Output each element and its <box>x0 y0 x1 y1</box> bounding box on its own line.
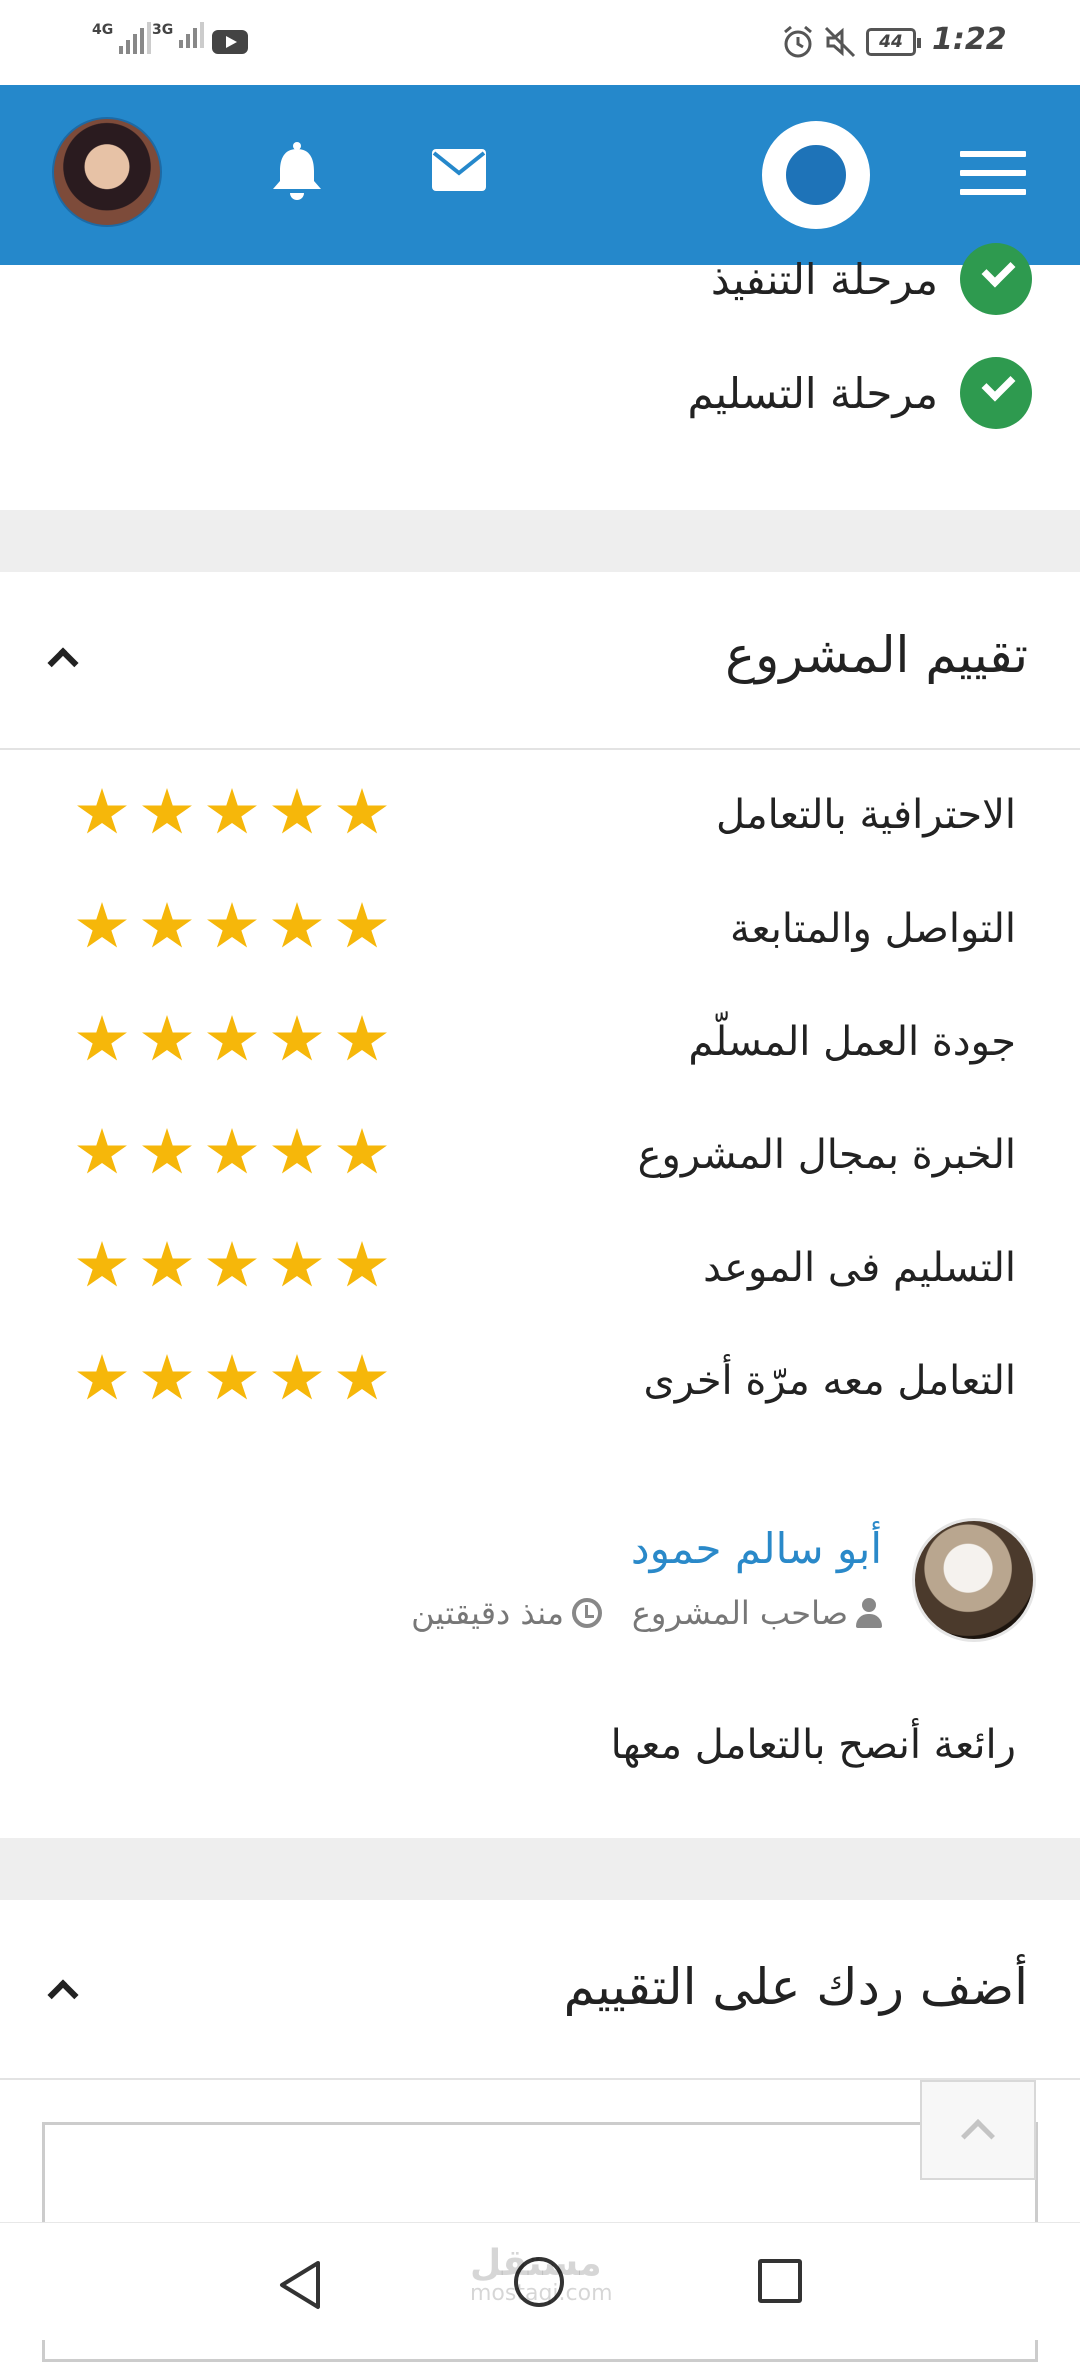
star-rating <box>76 1128 388 1178</box>
star-icon <box>337 1241 387 1287</box>
rating-row: التسليم فى الموعد <box>0 1233 1080 1313</box>
star-icon <box>337 1128 387 1174</box>
reviewer-name-link[interactable]: أبو سالم حمود <box>631 1524 882 1573</box>
collapse-caret-icon[interactable] <box>47 647 79 679</box>
network-type-3g: 3G <box>152 22 174 38</box>
star-icon <box>207 1128 257 1174</box>
app-header <box>0 85 1080 265</box>
star-icon <box>142 1015 192 1061</box>
rating-row: التواصل والمتابعة <box>0 894 1080 974</box>
mute-icon <box>824 26 856 58</box>
user-avatar[interactable] <box>52 117 162 227</box>
star-icon <box>337 1015 387 1061</box>
clock-icon <box>572 1598 602 1628</box>
star-icon <box>272 1128 322 1174</box>
star-rating <box>76 902 388 952</box>
star-rating <box>76 1241 388 1291</box>
check-icon <box>960 243 1032 315</box>
watermark-url: mostaqi.com <box>470 2281 613 2306</box>
section-separator <box>0 510 1080 572</box>
star-icon <box>207 1241 257 1287</box>
review-time-label: منذ دقيقتين <box>411 1594 564 1632</box>
reviewer-avatar[interactable] <box>912 1518 1036 1642</box>
bell-icon[interactable] <box>270 141 324 201</box>
star-icon <box>337 902 387 948</box>
star-icon <box>142 902 192 948</box>
alarm-icon <box>784 25 812 58</box>
section-separator <box>0 1838 1080 1900</box>
star-rating <box>76 788 388 838</box>
rating-criterion-label: التعامل معه مرّة أخرى <box>643 1358 1016 1404</box>
mail-icon[interactable] <box>432 149 486 191</box>
rating-criterion-label: الاحترافية بالتعامل <box>715 792 1016 838</box>
rating-row: جودة العمل المسلّم <box>0 1007 1080 1087</box>
logo-icon[interactable] <box>762 121 870 229</box>
watermark-logo: مستقل <box>470 2243 602 2284</box>
rating-criterion-label: التسليم فى الموعد <box>703 1245 1016 1291</box>
star-icon <box>207 1015 257 1061</box>
signal-4g-icon: 4G <box>92 22 152 54</box>
status-time: 1:22 <box>932 22 1007 57</box>
star-icon <box>207 788 257 834</box>
phase-label: مرحلة التسليم <box>687 368 938 418</box>
rating-row: التعامل معه مرّة أخرى <box>0 1346 1080 1426</box>
star-icon <box>337 1354 387 1400</box>
collapse-caret-icon[interactable] <box>47 1979 79 2011</box>
rating-criterion-label: الخبرة بمجال المشروع <box>637 1132 1016 1178</box>
star-icon <box>272 1354 322 1400</box>
star-icon <box>142 1241 192 1287</box>
divider <box>0 748 1080 750</box>
star-rating <box>76 1354 388 1404</box>
recent-apps-icon[interactable] <box>758 2259 802 2303</box>
rating-row: الخبرة بمجال المشروع <box>0 1120 1080 1200</box>
star-icon <box>142 1354 192 1400</box>
reviewer-role-label: صاحب المشروع <box>631 1594 848 1632</box>
rating-row: الاحترافية بالتعامل <box>0 780 1080 860</box>
youtube-notification-icon <box>212 30 248 54</box>
system-nav-bar: مستقل mostaqi.com <box>0 2222 1080 2340</box>
star-icon <box>77 1015 127 1061</box>
check-icon <box>960 357 1032 429</box>
divider <box>0 2078 1080 2080</box>
star-icon <box>272 902 322 948</box>
rating-section-title: تقييم المشروع <box>725 626 1028 684</box>
phase-label: مرحلة التنفيذ <box>710 254 938 304</box>
review-text: رائعة أنصح بالتعامل معها <box>610 1722 1016 1768</box>
star-icon <box>77 788 127 834</box>
battery-icon: 44 <box>866 28 921 56</box>
star-icon <box>272 788 322 834</box>
signal-3g-icon: 3G <box>152 22 205 48</box>
star-icon <box>142 788 192 834</box>
star-icon <box>207 902 257 948</box>
reviewer-role: صاحب المشروع <box>632 1594 882 1632</box>
phase-item: مرحلة التنفيذ <box>711 239 1032 319</box>
chevron-up-icon <box>961 2119 995 2153</box>
star-icon <box>77 1354 127 1400</box>
reply-section-title: أضف ردك على التقييم <box>563 1958 1028 2016</box>
phase-item: مرحلة التسليم <box>687 353 1032 433</box>
rating-criterion-label: التواصل والمتابعة <box>730 906 1016 952</box>
back-icon[interactable] <box>276 2259 324 2311</box>
star-icon <box>142 1128 192 1174</box>
star-icon <box>337 788 387 834</box>
status-bar: 4G 3G 44 1:22 <box>0 0 1080 85</box>
star-icon <box>272 1241 322 1287</box>
review-time: منذ دقيقتين <box>411 1594 602 1632</box>
rating-criterion-label: جودة العمل المسلّم <box>688 1019 1016 1065</box>
star-icon <box>77 1128 127 1174</box>
user-icon <box>856 1598 882 1628</box>
network-type-4g: 4G <box>92 22 114 38</box>
star-icon <box>272 1015 322 1061</box>
star-icon <box>207 1354 257 1400</box>
star-rating <box>76 1015 388 1065</box>
star-icon <box>77 902 127 948</box>
star-icon <box>77 1241 127 1287</box>
menu-icon[interactable] <box>960 151 1026 195</box>
scroll-to-top-button[interactable] <box>920 2080 1036 2180</box>
